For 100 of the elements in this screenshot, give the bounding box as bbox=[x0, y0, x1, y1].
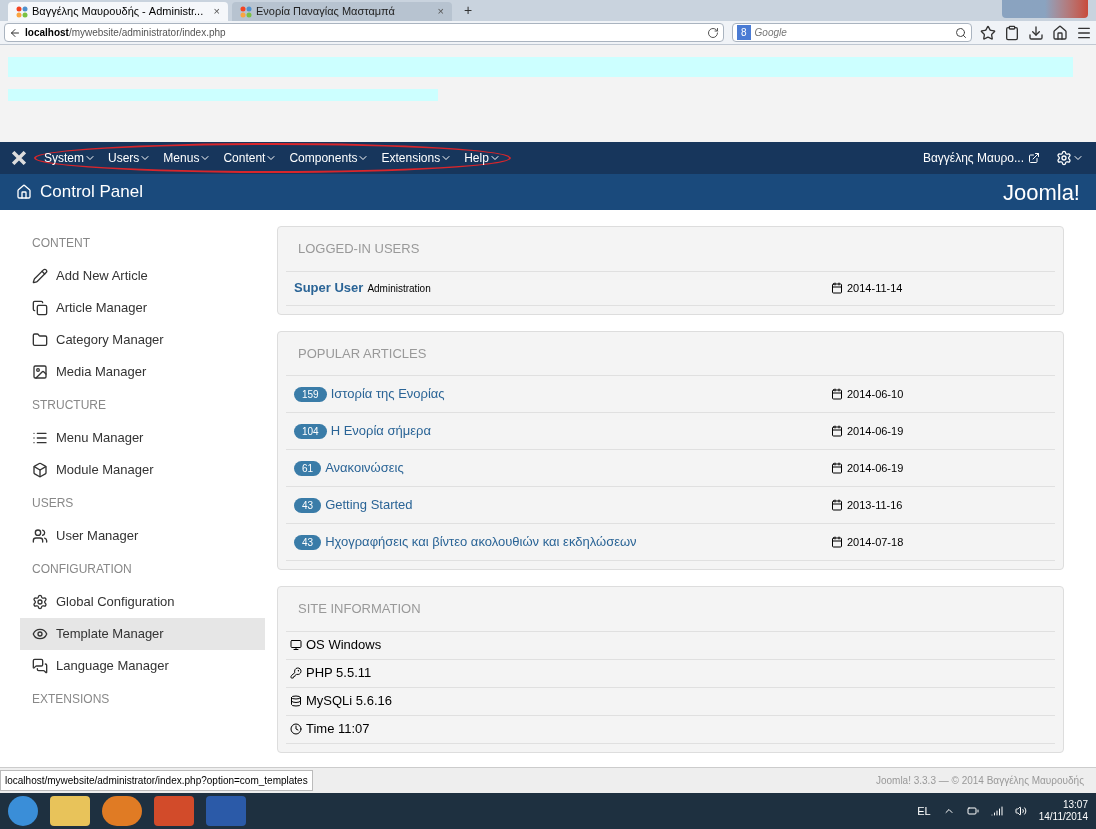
menu-dropdown[interactable]: Help bbox=[464, 149, 501, 167]
sidebar-item[interactable]: Category Manager bbox=[20, 324, 265, 356]
article-link[interactable]: Ανακοινώσεις bbox=[325, 458, 831, 478]
info-text: Time 11:07 bbox=[306, 720, 370, 739]
article-link[interactable]: Η Ενορία σήμερα bbox=[330, 421, 831, 441]
article-link[interactable]: Getting Started bbox=[325, 495, 831, 515]
monitor-icon bbox=[290, 639, 302, 651]
panel-title: SITE INFORMATION bbox=[286, 587, 1055, 632]
close-tab-button[interactable]: × bbox=[437, 3, 444, 20]
url-bar[interactable]: localhost/mywebsite/administrator/index.php bbox=[4, 23, 724, 42]
search-field[interactable]: 8 Google bbox=[732, 23, 972, 42]
sidebar-heading: CONFIGURATION bbox=[32, 561, 133, 578]
sidebar-label: Article Manager bbox=[56, 299, 148, 318]
calendar-icon bbox=[831, 499, 843, 511]
status-url: localhost/mywebsite/administrator/index.php?option=com_templates bbox=[0, 770, 313, 791]
url-text: localhost/mywebsite/administrator/index.php bbox=[25, 26, 227, 40]
hits-badge: 104 bbox=[294, 423, 327, 439]
date-text: 2014-11-14 bbox=[847, 280, 904, 296]
search-icon[interactable] bbox=[955, 26, 967, 39]
sidebar-label: Template Manager bbox=[56, 625, 164, 644]
user-name-link[interactable]: Super User bbox=[294, 278, 364, 298]
calendar-icon bbox=[831, 425, 843, 437]
eye-icon bbox=[32, 626, 48, 642]
home-icon bbox=[16, 184, 32, 200]
sidebar-label: Menu Manager bbox=[56, 429, 144, 448]
sidebar-heading: STRUCTURE bbox=[32, 397, 107, 414]
menu-dropdown[interactable]: Components bbox=[289, 149, 370, 167]
panel-title: POPULAR ARTICLES bbox=[286, 331, 1055, 376]
date-text: 2014-07-18 bbox=[847, 534, 905, 550]
menu-dropdown[interactable]: System bbox=[44, 149, 96, 167]
language-indicator[interactable]: EL bbox=[917, 802, 931, 820]
tab-title: Ενορία Παναγίας Μασταμπά bbox=[256, 4, 396, 20]
new-tab-button[interactable]: + bbox=[456, 0, 481, 21]
info-text: PHP 5.5.11 bbox=[306, 664, 372, 683]
calendar-icon bbox=[831, 282, 843, 294]
clock[interactable]: 13:07 14/11/2014 bbox=[1038, 798, 1088, 824]
sidebar-item[interactable]: User Manager bbox=[20, 520, 265, 552]
reload-icon[interactable] bbox=[707, 26, 719, 39]
user-menu[interactable]: Βαγγέλης Μαυρο... bbox=[922, 149, 1024, 167]
copy-icon bbox=[32, 300, 48, 316]
calendar-icon bbox=[831, 462, 843, 474]
home-icon[interactable] bbox=[1052, 24, 1068, 41]
download-icon[interactable] bbox=[1028, 24, 1044, 41]
battery-icon[interactable] bbox=[966, 805, 979, 817]
menu-dropdown[interactable]: Menus bbox=[163, 149, 212, 167]
calendar-icon bbox=[831, 388, 843, 400]
database-icon bbox=[290, 695, 302, 707]
sidebar-heading: CONTENT bbox=[32, 235, 91, 252]
close-tab-button[interactable]: × bbox=[213, 3, 220, 20]
sidebar-label: Add New Article bbox=[56, 267, 148, 286]
sidebar-item[interactable]: Module Manager bbox=[20, 454, 265, 486]
sidebar-label: Global Configuration bbox=[56, 593, 175, 612]
sidebar-label: User Manager bbox=[56, 527, 139, 546]
settings-icon[interactable] bbox=[1056, 150, 1072, 166]
sidebar-label: Category Manager bbox=[56, 331, 164, 350]
hits-badge: 159 bbox=[294, 386, 327, 402]
footer-text: Joomla! 3.3.3 — © 2014 Βαγγέλης Μαυρουδής bbox=[875, 774, 1085, 788]
sidebar-label: Module Manager bbox=[56, 461, 154, 480]
joomla-logo: Joomla! bbox=[1002, 178, 1080, 207]
menu-dropdown[interactable]: Extensions bbox=[381, 149, 453, 167]
browser-app-icon[interactable] bbox=[102, 796, 142, 826]
list-icon bbox=[32, 430, 48, 446]
info-text: OS Windows bbox=[306, 636, 382, 655]
users-icon bbox=[32, 528, 48, 544]
article-link[interactable]: Ιστορία της Ενορίας bbox=[330, 384, 831, 404]
star-icon[interactable] bbox=[980, 24, 996, 41]
hits-badge: 43 bbox=[294, 534, 322, 550]
volume-icon[interactable] bbox=[1014, 805, 1027, 817]
browser-tab[interactable]: Βαγγέλης Μαυρουδής - Administr... × bbox=[8, 2, 228, 21]
menu-dropdown[interactable]: Content bbox=[223, 149, 278, 167]
sidebar-label: Language Manager bbox=[56, 657, 169, 676]
key-icon bbox=[290, 667, 302, 679]
date-text: 2014-06-19 bbox=[847, 460, 905, 476]
clock-icon bbox=[290, 723, 302, 735]
search-engine-badge: 8 bbox=[737, 25, 751, 40]
hits-badge: 43 bbox=[294, 497, 322, 513]
image-icon bbox=[32, 364, 48, 380]
cube-icon bbox=[32, 462, 48, 478]
sidebar-heading: USERS bbox=[32, 495, 75, 512]
clipboard-icon[interactable] bbox=[1004, 24, 1020, 41]
browser-tab[interactable]: Ενορία Παναγίας Μασταμπά × bbox=[232, 2, 452, 21]
sidebar-item[interactable]: Article Manager bbox=[20, 292, 265, 324]
date-text: 2013-11-16 bbox=[847, 497, 904, 513]
hits-badge: 61 bbox=[294, 460, 322, 476]
sidebar-item[interactable]: Global Configuration bbox=[20, 586, 265, 618]
folder-icon bbox=[32, 332, 48, 348]
date-text: 2014-06-10 bbox=[847, 386, 905, 402]
calendar-icon bbox=[831, 536, 843, 548]
sidebar-item[interactable]: Language Manager bbox=[20, 650, 265, 682]
sidebar-item[interactable]: Menu Manager bbox=[20, 422, 265, 454]
chat-icon bbox=[32, 658, 48, 674]
sidebar-item[interactable]: Template Manager bbox=[20, 618, 265, 650]
article-link[interactable]: Ηχογραφήσεις και βίντεο ακολουθιών και εκδηλώσεων bbox=[325, 532, 831, 552]
start-button[interactable] bbox=[8, 796, 38, 826]
sidebar-item[interactable]: Media Manager bbox=[20, 356, 265, 388]
back-icon[interactable] bbox=[9, 26, 21, 39]
sidebar-heading: EXTENSIONS bbox=[32, 691, 111, 708]
menu-dropdown[interactable]: Users bbox=[108, 149, 152, 167]
sidebar-label: Media Manager bbox=[56, 363, 147, 382]
sidebar-item[interactable]: Add New Article bbox=[20, 260, 265, 292]
